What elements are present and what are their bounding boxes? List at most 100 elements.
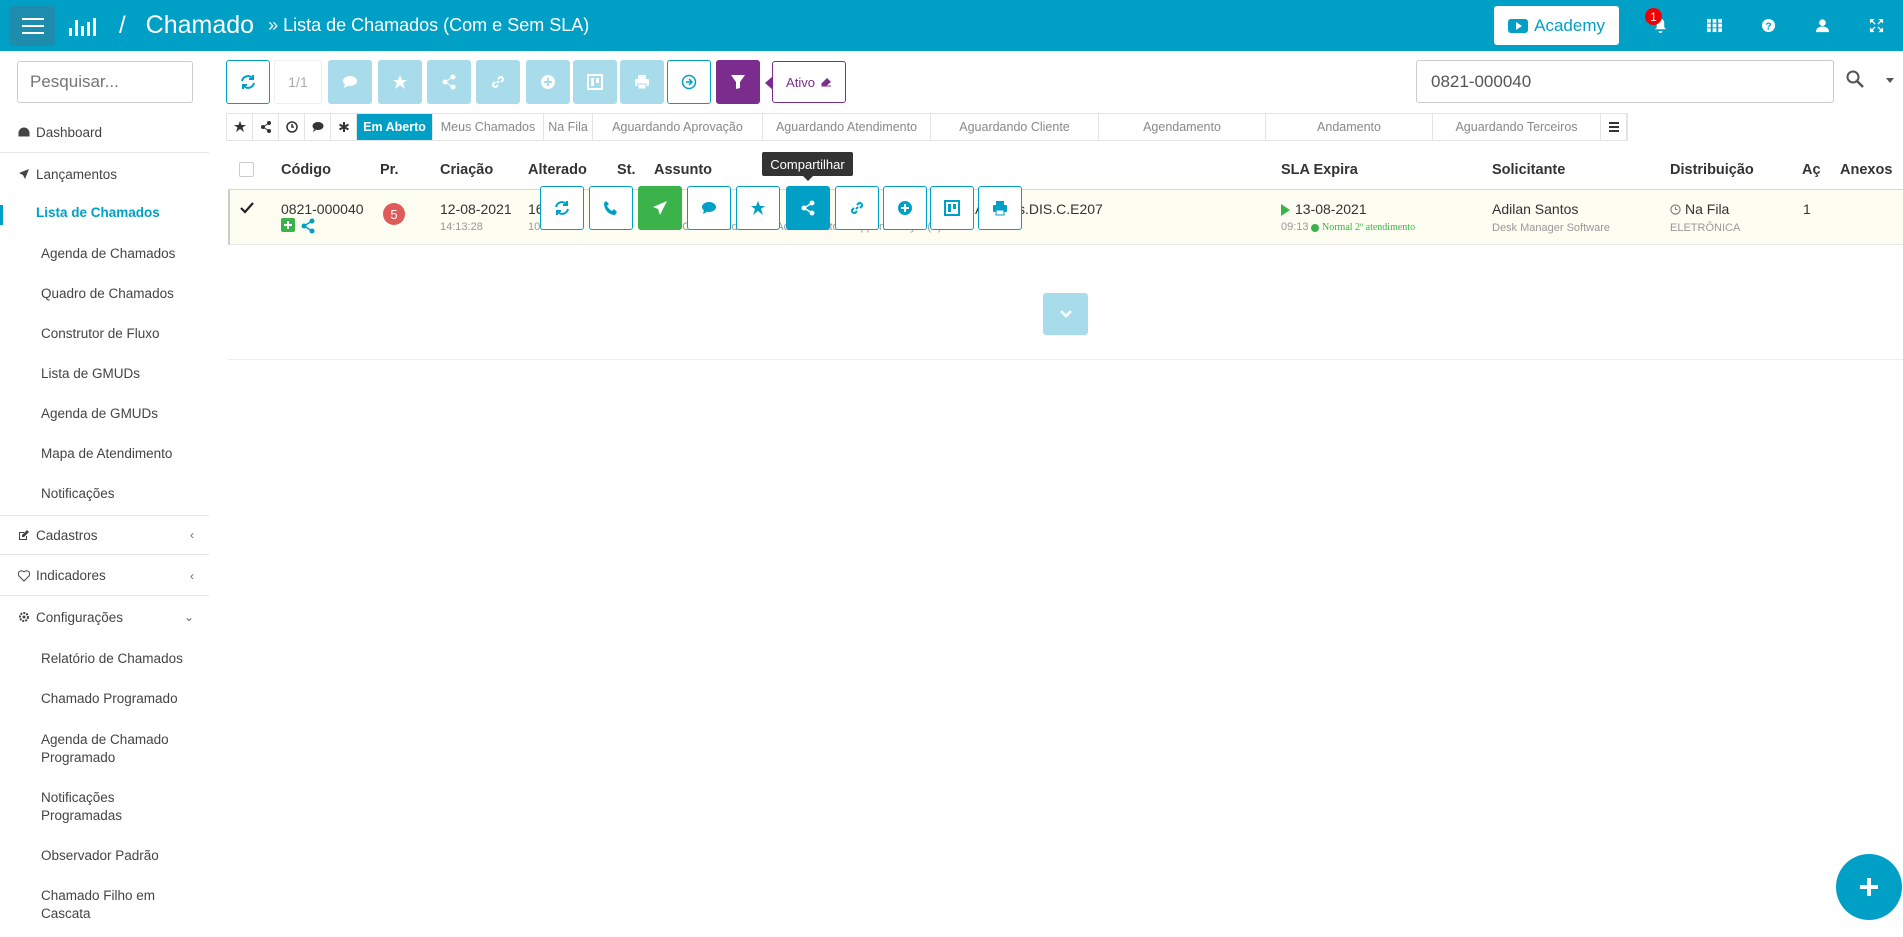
filter-button[interactable] xyxy=(716,60,760,104)
sidebar: Dashboard Lançamentos Lista de Chamados … xyxy=(0,51,209,937)
search-options-dropdown[interactable] xyxy=(1886,78,1894,83)
column-assunto[interactable]: Assunto xyxy=(654,162,712,178)
notifications-button[interactable]: 1 xyxy=(1633,0,1687,51)
academy-button[interactable]: Academy xyxy=(1494,6,1619,45)
share-button[interactable] xyxy=(427,60,471,104)
link-button[interactable] xyxy=(476,60,520,104)
chevron-down-icon: ⌄ xyxy=(183,610,194,624)
board-button[interactable] xyxy=(573,60,617,104)
row-refresh-button[interactable] xyxy=(540,186,584,230)
tab-comments[interactable] xyxy=(305,114,331,140)
column-status[interactable]: St. xyxy=(617,162,636,178)
search-icon[interactable] xyxy=(1846,70,1864,88)
row-checkbox-checked-icon[interactable] xyxy=(240,201,254,215)
sidebar-item-construtor-de-fluxo[interactable]: Construtor de Fluxo xyxy=(0,326,209,341)
fullscreen-button[interactable] xyxy=(1849,0,1903,51)
sidebar-item-dashboard[interactable]: Dashboard xyxy=(0,113,209,153)
sla-time: 09:13 xyxy=(1281,221,1309,233)
sidebar-item-notificacoes-programadas[interactable]: Notificações Programadas xyxy=(0,789,209,825)
add-child-icon[interactable] xyxy=(281,218,295,232)
tab-andamento[interactable]: Andamento xyxy=(1266,114,1433,140)
share-icon xyxy=(801,200,815,216)
tab-favorites[interactable] xyxy=(227,114,253,140)
grid-icon xyxy=(1706,18,1722,33)
new-ticket-fab[interactable] xyxy=(1836,854,1902,920)
tab-aguardando-terceiros[interactable]: Aguardando Terceiros xyxy=(1433,114,1601,140)
sidebar-item-agenda-de-chamados[interactable]: Agenda de Chamados xyxy=(0,246,209,261)
tab-aguardando-atendimento[interactable]: Aguardando Atendimento xyxy=(763,114,931,140)
tab-meus-chamados[interactable]: Meus Chamados xyxy=(433,114,544,140)
sidebar-item-mapa-de-atendimento[interactable]: Mapa de Atendimento xyxy=(0,446,209,461)
sidebar-item-lancamentos[interactable]: Lançamentos xyxy=(0,154,209,194)
share-icon[interactable] xyxy=(300,218,316,234)
sidebar-item-indicadores[interactable]: Indicadores ‹ xyxy=(0,556,209,596)
go-button[interactable] xyxy=(667,60,711,104)
star-button[interactable] xyxy=(378,60,422,104)
column-solicitante[interactable]: Solicitante xyxy=(1492,162,1565,178)
sidebar-item-notificacoes[interactable]: Notificações xyxy=(0,486,209,501)
user-button[interactable] xyxy=(1795,0,1849,51)
paper-plane-icon xyxy=(653,201,667,215)
tab-all[interactable] xyxy=(331,114,357,140)
comment-button[interactable] xyxy=(328,60,372,104)
tab-na-fila[interactable]: Na Fila xyxy=(544,114,593,140)
row-comment-button[interactable] xyxy=(687,186,731,230)
sidebar-item-quadro-de-chamados[interactable]: Quadro de Chamados xyxy=(0,286,209,301)
sidebar-item-observador-padrao[interactable]: Observador Padrão xyxy=(0,848,209,863)
sidebar-item-chamado-programado[interactable]: Chamado Programado xyxy=(0,691,209,706)
distribution-group: ELETRÔNICA xyxy=(1670,222,1741,234)
sidebar-item-relatorio-de-chamados[interactable]: Relatório de Chamados xyxy=(0,651,209,666)
ticket-code[interactable]: 0821-000040 xyxy=(281,201,364,217)
row-print-button[interactable] xyxy=(978,186,1022,230)
tab-shared[interactable] xyxy=(253,114,279,140)
subject-text[interactable]: s.DIS.C.E207 xyxy=(1018,201,1103,217)
question-icon: ? xyxy=(1761,18,1775,32)
table-row[interactable] xyxy=(228,189,1903,245)
print-button[interactable] xyxy=(620,60,664,104)
header-separator: / xyxy=(119,11,126,39)
select-all-checkbox[interactable] xyxy=(239,162,254,177)
apps-button[interactable] xyxy=(1687,0,1741,51)
row-add-button[interactable] xyxy=(883,186,927,230)
sidebar-item-configuracoes[interactable]: Configurações ⌄ xyxy=(0,597,209,637)
add-button[interactable] xyxy=(526,60,570,104)
tab-em-aberto[interactable]: Em Aberto xyxy=(357,114,433,140)
help-button[interactable]: ? xyxy=(1741,0,1795,51)
active-filter-chip[interactable]: Ativo xyxy=(765,61,846,103)
column-alterado[interactable]: Alterado xyxy=(528,162,587,178)
tab-menu[interactable] xyxy=(1601,114,1627,140)
sidebar-search-input[interactable] xyxy=(17,61,193,103)
menu-toggle-button[interactable] xyxy=(10,5,55,46)
column-anexos[interactable]: Anexos xyxy=(1840,162,1892,178)
hamburger-icon xyxy=(21,17,44,34)
row-phone-button[interactable] xyxy=(589,186,633,230)
column-distribuicao[interactable]: Distribuição xyxy=(1670,162,1754,178)
tab-aguardando-cliente[interactable]: Aguardando Cliente xyxy=(931,114,1099,140)
sidebar-item-lista-de-gmuds[interactable]: Lista de GMUDs xyxy=(0,366,209,381)
sidebar-item-chamado-filho-em-cascata[interactable]: Chamado Filho em Cascata xyxy=(0,887,209,923)
row-star-button[interactable] xyxy=(736,186,780,230)
row-board-button[interactable] xyxy=(930,186,974,230)
row-share-button[interactable] xyxy=(786,186,830,230)
load-more-button[interactable] xyxy=(1043,293,1088,335)
sidebar-item-agenda-de-gmuds[interactable]: Agenda de GMUDs xyxy=(0,406,209,421)
column-codigo[interactable]: Código xyxy=(281,162,331,178)
sidebar-item-cadastros[interactable]: Cadastros ‹ xyxy=(0,515,209,555)
phone-icon xyxy=(604,201,617,215)
sidebar-item-lista-de-chamados[interactable]: Lista de Chamados xyxy=(0,205,209,225)
column-sla-expira[interactable]: SLA Expira xyxy=(1281,162,1358,178)
tab-clock[interactable] xyxy=(279,114,305,140)
tab-agendamento[interactable]: Agendamento xyxy=(1099,114,1266,140)
distribution-status: Na Fila xyxy=(1685,201,1730,217)
app-logo[interactable] xyxy=(69,14,101,38)
sidebar-item-agenda-de-chamado-programado[interactable]: Agenda de Chamado Programado xyxy=(0,731,209,767)
tab-aguardando-aprovacao[interactable]: Aguardando Aprovação xyxy=(593,114,763,140)
row-send-button[interactable] xyxy=(638,186,682,230)
row-link-button[interactable] xyxy=(835,186,879,230)
app-title[interactable]: Chamado xyxy=(146,11,254,40)
ticket-search-input[interactable] xyxy=(1416,60,1834,103)
refresh-button[interactable] xyxy=(226,60,270,104)
column-criacao[interactable]: Criação xyxy=(440,162,493,178)
column-prioridade[interactable]: Pr. xyxy=(380,162,399,178)
column-acoes[interactable]: Aç xyxy=(1802,162,1821,178)
